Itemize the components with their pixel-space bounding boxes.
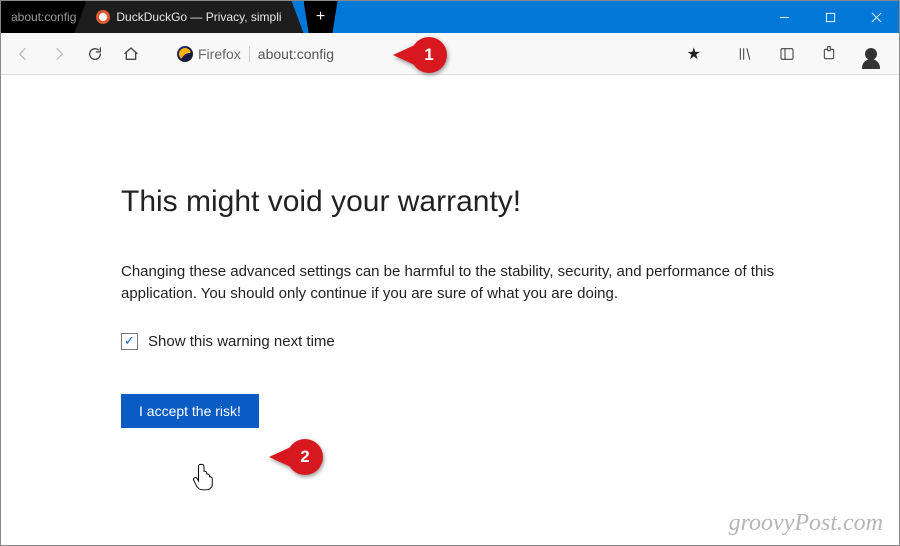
tab-title: DuckDuckGo — Privacy, simpli bbox=[116, 10, 281, 24]
back-button[interactable] bbox=[9, 40, 37, 68]
forward-button[interactable] bbox=[45, 40, 73, 68]
warning-heading: This might void your warranty! bbox=[121, 185, 779, 219]
checkbox-icon: ✓ bbox=[121, 333, 138, 350]
callout-number: 1 bbox=[411, 37, 447, 73]
toolbar-right-buttons bbox=[731, 40, 891, 68]
tab-duckduckgo[interactable]: DuckDuckGo — Privacy, simpli bbox=[86, 1, 291, 33]
navigation-toolbar: Firefox about:config ★ bbox=[1, 33, 899, 75]
tab-title: about:config bbox=[11, 10, 76, 24]
cursor-pointer-icon bbox=[193, 463, 215, 491]
warning-body: Changing these advanced settings can be … bbox=[121, 261, 779, 305]
url-text: about:config bbox=[258, 46, 687, 62]
window-titlebar: about:config DuckDuckGo — Privacy, simpl… bbox=[1, 1, 899, 33]
callout-number: 2 bbox=[287, 439, 323, 475]
window-controls bbox=[761, 1, 899, 33]
new-tab-button[interactable]: + bbox=[304, 1, 338, 33]
accept-risk-button[interactable]: I accept the risk! bbox=[121, 394, 259, 428]
sidebar-button[interactable] bbox=[773, 40, 801, 68]
titlebar-drag-area[interactable] bbox=[338, 1, 761, 33]
checkbox-label: Show this warning next time bbox=[148, 333, 335, 350]
tab-strip: about:config DuckDuckGo — Privacy, simpl… bbox=[1, 1, 338, 33]
site-identity[interactable]: Firefox bbox=[173, 46, 250, 62]
about-config-warning: This might void your warranty! Changing … bbox=[1, 75, 899, 428]
close-button[interactable] bbox=[853, 1, 899, 33]
bookmark-star-icon[interactable]: ★ bbox=[687, 44, 701, 64]
callout-1: 1 bbox=[393, 37, 447, 73]
minimize-button[interactable] bbox=[761, 1, 807, 33]
account-button[interactable] bbox=[857, 40, 885, 68]
callout-2: 2 bbox=[269, 439, 323, 475]
duckduckgo-favicon-icon bbox=[96, 10, 110, 24]
library-button[interactable] bbox=[731, 40, 759, 68]
watermark: groovyPost.com bbox=[729, 510, 883, 537]
maximize-button[interactable] bbox=[807, 1, 853, 33]
identity-label: Firefox bbox=[198, 46, 241, 62]
home-button[interactable] bbox=[117, 40, 145, 68]
show-warning-checkbox[interactable]: ✓ Show this warning next time bbox=[121, 333, 779, 350]
firefox-icon bbox=[177, 46, 193, 62]
reload-button[interactable] bbox=[81, 40, 109, 68]
person-icon bbox=[865, 48, 877, 60]
tab-about-config[interactable]: about:config bbox=[1, 1, 86, 33]
extension-button[interactable] bbox=[815, 40, 843, 68]
